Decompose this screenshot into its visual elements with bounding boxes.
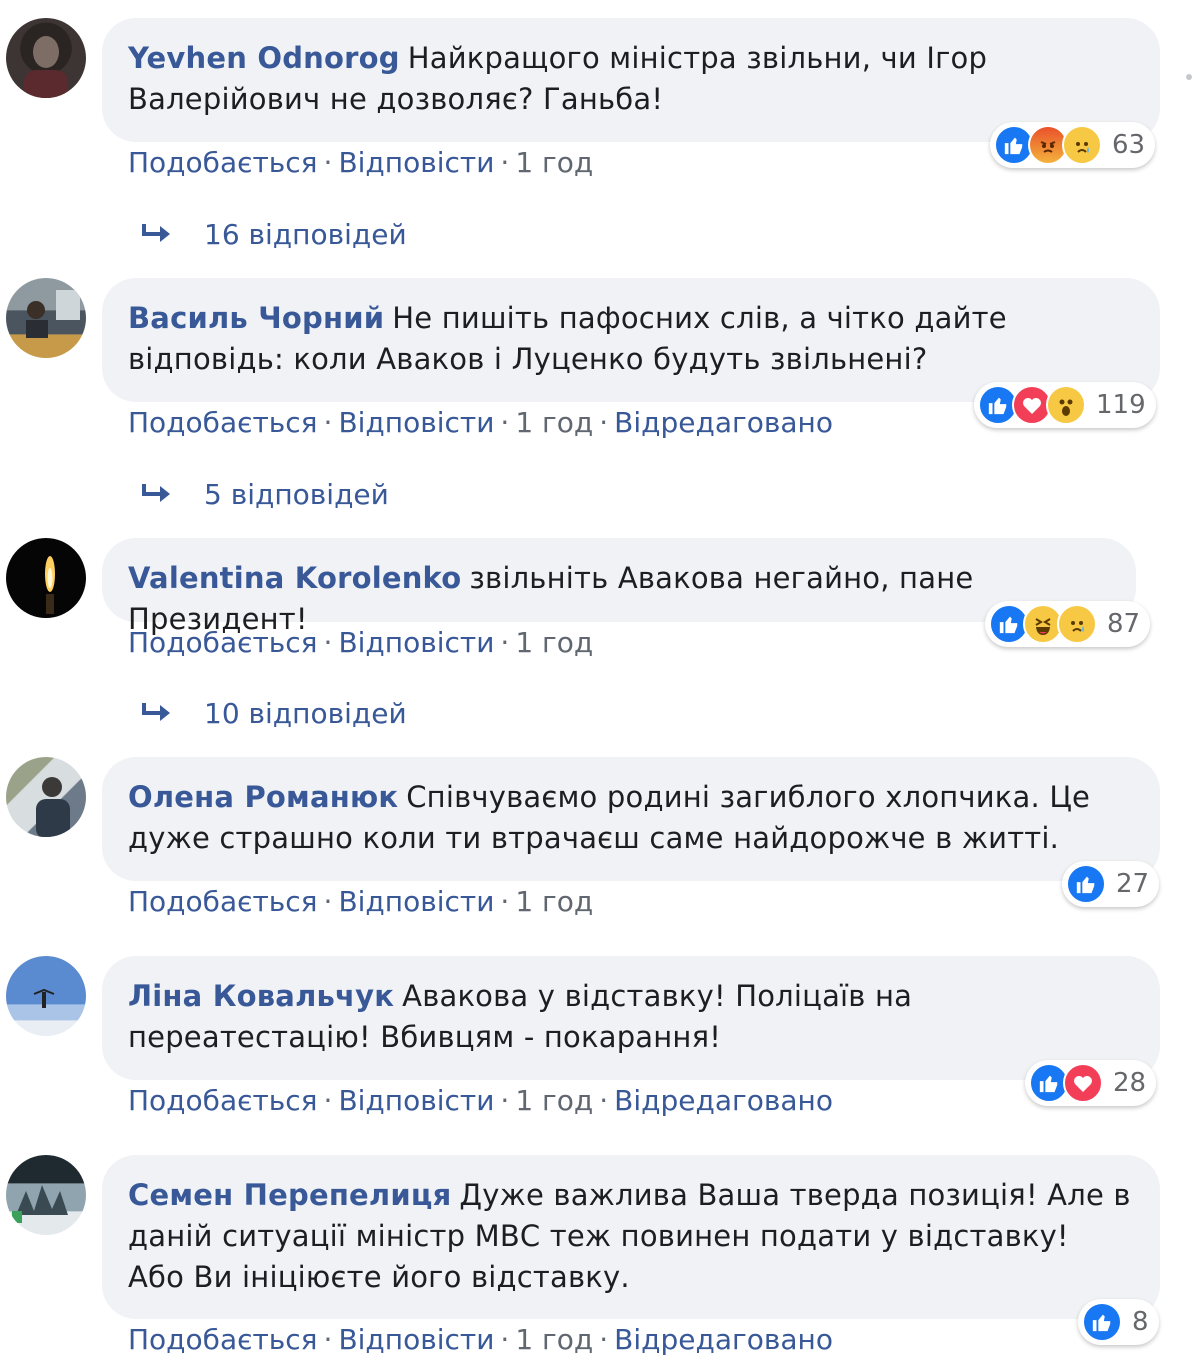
comment-actions: Подобається · Відповісти · 1 год · Відредагова… [128, 406, 833, 439]
comment-author[interactable]: Семен Перепелиця [128, 1178, 451, 1212]
comment-author[interactable]: Yevhen Odnorog [128, 41, 400, 75]
comment-bubble: Valentina Korolenko звільніть Авакова нег… [102, 538, 1136, 636]
timestamp[interactable]: 1 год [515, 146, 593, 179]
avatar[interactable] [6, 757, 86, 837]
edited-label[interactable]: Відредаговано [614, 1084, 833, 1117]
timestamp[interactable]: 1 год [515, 626, 593, 659]
like-link[interactable]: Подобається [128, 406, 318, 439]
separator: · [500, 885, 510, 918]
reply-link[interactable]: Відповісти [338, 1084, 494, 1117]
comment-author[interactable]: Олена Романюк [128, 780, 398, 814]
comment-bubble: Олена Романюк Співчуваємо родині загиблог… [102, 757, 1160, 881]
separator: · [599, 1084, 609, 1117]
sad-icon [1057, 604, 1097, 644]
like-link[interactable]: Подобається [128, 885, 318, 918]
separator: · [500, 1084, 510, 1117]
replies-count: 10 відповідей [204, 697, 407, 730]
comment-actions: Подобається · Відповісти · 1 год · Відредагова… [128, 1084, 833, 1117]
comment-actions: Подобається · Відповісти · 1 год [128, 885, 593, 918]
view-replies-link[interactable]: 5 відповідей [140, 478, 389, 511]
avatar[interactable] [6, 538, 86, 618]
candle-image [45, 556, 55, 614]
comment-bubble: Yevhen Odnorog Найкращого міністра звільн… [102, 18, 1160, 142]
separator: · [323, 406, 333, 439]
comment-bubble: Семен Перепелиця Дуже важлива Ваша тверда… [102, 1155, 1160, 1319]
avatar-image [36, 777, 70, 837]
avatar-image [33, 988, 55, 1008]
reaction-summary[interactable]: 8 [1078, 1299, 1159, 1345]
comment-actions: Подобається · Відповісти · 1 год · Відредагова… [128, 1323, 833, 1356]
replies-count: 5 відповідей [204, 478, 389, 511]
sad-icon [1062, 125, 1102, 165]
wow-icon [1046, 385, 1086, 425]
like-icon [1066, 864, 1106, 904]
avatar-image [24, 36, 68, 98]
separator: · [599, 1323, 609, 1356]
like-link[interactable]: Подобається [128, 1084, 318, 1117]
reaction-count: 119 [1096, 390, 1146, 420]
separator: · [323, 626, 333, 659]
avatar[interactable] [6, 956, 86, 1036]
like-link[interactable]: Подобається [128, 626, 318, 659]
reply-arrow-icon [142, 483, 170, 502]
avatar[interactable] [6, 278, 86, 358]
reply-arrow-icon [142, 223, 170, 242]
replies-count: 16 відповідей [204, 218, 407, 251]
more-options-icon[interactable] [1186, 74, 1192, 80]
separator: · [500, 1323, 510, 1356]
comment-author[interactable]: Ліна Ковальчук [128, 979, 394, 1013]
comment-bubble: Ліна Ковальчук Авакова у відставку! Поліц… [102, 956, 1160, 1080]
separator: · [599, 406, 609, 439]
timestamp[interactable]: 1 год [515, 885, 593, 918]
like-icon [1082, 1302, 1122, 1342]
reply-link[interactable]: Відповісти [338, 1323, 494, 1356]
reaction-summary[interactable]: 87 [985, 601, 1151, 647]
timestamp[interactable]: 1 год [515, 1084, 593, 1117]
comment-author[interactable]: Василь Чорний [128, 301, 384, 335]
avatar[interactable] [6, 1155, 86, 1235]
timestamp[interactable]: 1 год [515, 406, 593, 439]
view-replies-link[interactable]: 10 відповідей [140, 697, 407, 730]
reaction-count: 28 [1113, 1068, 1147, 1098]
reaction-count: 8 [1132, 1307, 1149, 1337]
separator: · [500, 626, 510, 659]
comment-author[interactable]: Valentina Korolenko [128, 561, 461, 595]
avatar-image [26, 290, 80, 338]
love-icon [1063, 1063, 1103, 1103]
separator: · [500, 406, 510, 439]
reaction-summary[interactable]: 119 [974, 382, 1156, 428]
reply-link[interactable]: Відповісти [338, 406, 494, 439]
timestamp[interactable]: 1 год [515, 1323, 593, 1356]
separator: · [323, 1323, 333, 1356]
edited-label[interactable]: Відредаговано [614, 1323, 833, 1356]
reaction-count: 63 [1112, 130, 1146, 160]
comment-actions: Подобається · Відповісти · 1 год [128, 626, 593, 659]
edited-label[interactable]: Відредаговано [614, 406, 833, 439]
reaction-summary[interactable]: 28 [1025, 1060, 1157, 1106]
like-link[interactable]: Подобається [128, 146, 318, 179]
view-replies-link[interactable]: 16 відповідей [140, 218, 407, 251]
reaction-summary[interactable]: 27 [1062, 861, 1160, 907]
separator: · [323, 1084, 333, 1117]
reply-link[interactable]: Відповісти [338, 146, 494, 179]
avatar[interactable] [6, 18, 86, 98]
separator: · [500, 146, 510, 179]
avatar-image [12, 1185, 68, 1223]
like-link[interactable]: Подобається [128, 1323, 318, 1356]
comment-actions: Подобається · Відповісти · 1 год [128, 146, 593, 179]
separator: · [323, 146, 333, 179]
reply-link[interactable]: Відповісти [338, 626, 494, 659]
reaction-count: 87 [1107, 609, 1141, 639]
separator: · [323, 885, 333, 918]
reaction-count: 27 [1116, 869, 1150, 899]
reply-arrow-icon [142, 702, 170, 721]
reply-link[interactable]: Відповісти [338, 885, 494, 918]
reaction-summary[interactable]: 63 [990, 122, 1156, 168]
